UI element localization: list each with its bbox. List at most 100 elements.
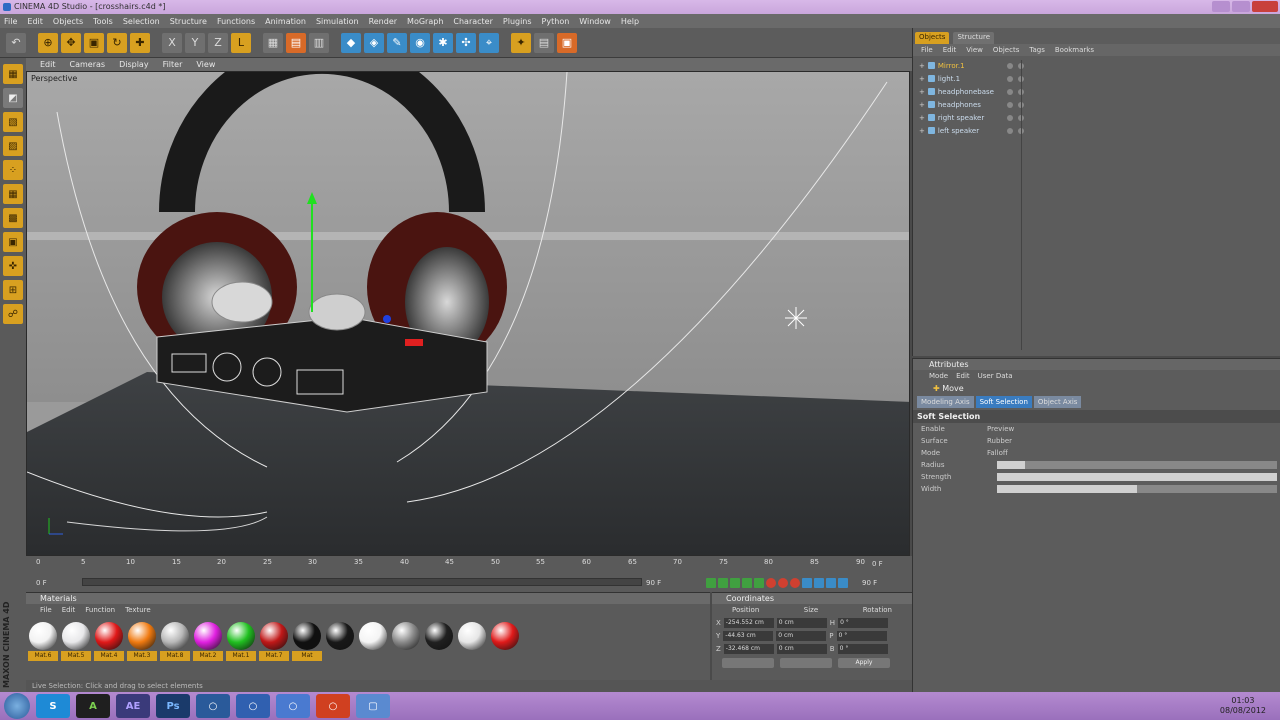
strength-slider[interactable] (997, 473, 1277, 481)
material-swatch[interactable] (325, 622, 355, 661)
material-swatch[interactable] (490, 622, 520, 661)
move-icon[interactable]: ✥ (61, 32, 81, 53)
menu-edit[interactable]: Edit (27, 17, 43, 26)
radius-slider[interactable] (997, 461, 1277, 469)
viewport-menu-cameras[interactable]: Cameras (70, 60, 106, 69)
viewport-menu-view[interactable]: View (196, 60, 215, 69)
menu-functions[interactable]: Functions (217, 17, 255, 26)
falloff-dropdown-label[interactable]: Falloff (987, 449, 1008, 457)
live-selection-icon[interactable]: ⊕ (38, 32, 58, 53)
material-swatch[interactable] (457, 622, 487, 661)
viewport-menu-edit[interactable]: Edit (40, 60, 56, 69)
expand-icon[interactable]: + (919, 127, 925, 135)
model-mode-icon[interactable]: ◩ (3, 88, 23, 108)
maximize-button[interactable] (1232, 1, 1250, 12)
attribute-menu-user-data[interactable]: User Data (978, 370, 1013, 382)
editor-visibility-icon[interactable] (1006, 101, 1013, 108)
material-menu-function[interactable]: Function (85, 604, 115, 616)
object-tree-item[interactable]: + right speaker (919, 111, 1280, 124)
timeline-scrubber[interactable] (82, 578, 642, 586)
scale-icon[interactable]: ▣ (84, 32, 104, 53)
tab-structure[interactable]: Structure (953, 32, 995, 44)
surface-checkbox-label[interactable]: Surface (921, 437, 981, 445)
undo-icon[interactable]: ↶ (6, 32, 26, 53)
expand-icon[interactable]: + (919, 88, 925, 96)
object-menu-objects[interactable]: Objects (993, 44, 1019, 56)
rotate-icon[interactable]: ↻ (107, 32, 127, 53)
tab-objects[interactable]: Objects (915, 32, 950, 44)
material-menu-file[interactable]: File (40, 604, 52, 616)
render-settings-icon[interactable]: ▥ (309, 32, 329, 53)
expand-icon[interactable]: + (919, 101, 925, 109)
timeline-ruler[interactable]: 0 5 10 15 20 25 30 35 40 45 50 55 60 65 … (36, 558, 896, 572)
editor-visibility-icon[interactable] (1006, 62, 1013, 69)
skype-taskbar-icon[interactable]: S (36, 694, 70, 718)
tweak-mode-icon[interactable]: ✜ (3, 256, 23, 276)
nurbs-icon[interactable]: ◉ (410, 32, 430, 53)
prev-frame-icon[interactable] (718, 578, 728, 588)
edges-mode-icon[interactable]: ▦ (3, 184, 23, 204)
position-y-field[interactable]: -44.63 cm (723, 630, 774, 641)
cinema4d-taskbar-icon[interactable]: ○ (196, 694, 230, 718)
rotation-h-field[interactable]: 0 ° (838, 617, 889, 628)
apply-button[interactable]: Apply (838, 658, 890, 668)
editor-visibility-icon[interactable] (1006, 88, 1013, 95)
points-mode-icon[interactable]: ⁘ (3, 160, 23, 180)
tab-modeling-axis[interactable]: Modeling Axis (917, 396, 974, 408)
workplane-icon[interactable]: ▨ (3, 136, 23, 156)
play-icon[interactable] (730, 578, 740, 588)
position-z-field[interactable]: -32.468 cm (723, 643, 774, 654)
cube-icon[interactable]: ◆ (341, 32, 361, 53)
material-swatch[interactable]: Mat.8 (160, 622, 190, 661)
size-z-field[interactable]: 0 cm (776, 643, 827, 654)
soft-selection-icon[interactable]: ☍ (3, 304, 23, 324)
material-swatch[interactable]: Mat.2 (193, 622, 223, 661)
light-icon[interactable] (785, 307, 807, 329)
object-menu-view[interactable]: View (966, 44, 983, 56)
menu-help[interactable]: Help (621, 17, 639, 26)
size-x-field[interactable]: 0 cm (776, 617, 827, 628)
render-picture-viewer-icon[interactable]: ▤ (286, 32, 306, 53)
width-slider[interactable] (997, 485, 1277, 493)
next-frame-icon[interactable] (742, 578, 752, 588)
z-axis-handle[interactable] (383, 315, 391, 323)
make-editable-icon[interactable]: ▦ (3, 64, 23, 84)
position-key-icon[interactable] (802, 578, 812, 588)
object-tree-item[interactable]: + Mirror.1 (919, 59, 1280, 72)
coordinate-system-icon[interactable]: L (231, 32, 251, 53)
render-view-icon[interactable]: ▦ (263, 32, 283, 53)
material-swatch[interactable]: Mat.6 (28, 622, 58, 661)
minimize-button[interactable] (1212, 1, 1230, 12)
browser-taskbar-icon[interactable]: ○ (236, 694, 270, 718)
material-swatch[interactable] (358, 622, 388, 661)
material-swatch[interactable]: Mat (292, 622, 322, 661)
z-axis-lock-icon[interactable]: Z (208, 32, 228, 53)
viewport-menu-display[interactable]: Display (119, 60, 149, 69)
explorer-taskbar-icon[interactable]: ▢ (356, 694, 390, 718)
expand-icon[interactable]: + (919, 114, 925, 122)
menu-tools[interactable]: Tools (93, 17, 113, 26)
enable-checkbox-label[interactable]: Enable (921, 425, 981, 433)
material-swatch[interactable]: Mat.4 (94, 622, 124, 661)
attribute-menu-edit[interactable]: Edit (956, 370, 970, 382)
close-window-button[interactable] (1252, 1, 1278, 12)
object-tree-item[interactable]: + headphones (919, 98, 1280, 111)
menu-file[interactable]: File (4, 17, 17, 26)
size-y-field[interactable]: 0 cm (776, 630, 827, 641)
recent-tools-icon[interactable]: ✚ (130, 32, 150, 53)
position-x-field[interactable]: -254.552 cm (723, 617, 774, 628)
rotation-key-icon[interactable] (826, 578, 836, 588)
keyframe-selection-icon[interactable] (790, 578, 800, 588)
start-button[interactable] (4, 693, 30, 719)
object-mode-dropdown[interactable] (722, 658, 774, 668)
editor-visibility-icon[interactable] (1006, 127, 1013, 134)
object-tree-item[interactable]: + left speaker (919, 124, 1280, 137)
spline-icon[interactable]: ✎ (387, 32, 407, 53)
end-frame-field[interactable]: 90 F (646, 579, 661, 587)
x-axis-lock-icon[interactable]: X (162, 32, 182, 53)
menu-structure[interactable]: Structure (170, 17, 207, 26)
polygons-mode-icon[interactable]: ▩ (3, 208, 23, 228)
material-swatch[interactable]: Mat.7 (259, 622, 289, 661)
expand-icon[interactable]: + (919, 75, 925, 83)
menu-python[interactable]: Python (542, 17, 570, 26)
